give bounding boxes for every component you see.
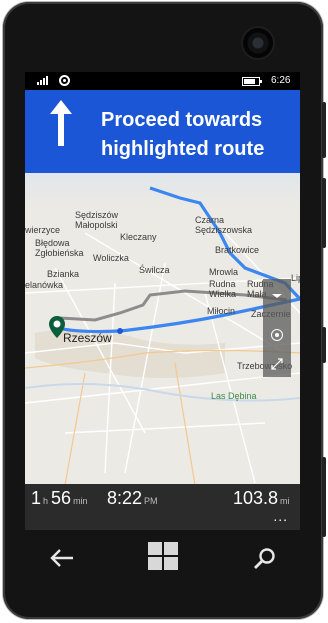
center-location-button[interactable] (271, 329, 283, 341)
compass-button[interactable] (263, 279, 291, 311)
more-options-button[interactable]: ... (273, 508, 288, 524)
map-canvas (25, 173, 300, 485)
map-view[interactable]: Sędziszów Małopolski Czarna Sędziszowska w… (25, 173, 300, 485)
camera-button (322, 457, 326, 537)
app-bar: ... (25, 508, 300, 530)
back-arrow-icon[interactable] (49, 547, 75, 569)
trip-duration: 1 h 56 min (31, 488, 88, 508)
place-label: Mrowla (209, 267, 239, 277)
straight-arrow-icon (50, 100, 72, 146)
direction-banner[interactable]: Proceed towards highlighted route (25, 90, 300, 173)
map-controls (263, 279, 291, 377)
trip-summary-bar[interactable]: 1 h 56 min 8:22 PM 103.8 mi (25, 484, 300, 511)
status-time: 6:26 (271, 75, 291, 86)
place-label: Czarna Sędziszowska (195, 215, 253, 235)
compass-icon (272, 290, 282, 298)
fullscreen-icon[interactable] (270, 357, 284, 371)
city-label: Rzeszów (63, 331, 112, 345)
search-icon[interactable] (253, 547, 277, 571)
place-label: Lip (291, 273, 300, 283)
windows-start-icon[interactable] (148, 542, 180, 572)
power-button (322, 327, 326, 363)
place-label: Rudna Wielka (209, 279, 237, 299)
front-camera (243, 28, 273, 58)
instruction-text: Proceed towards highlighted route (101, 109, 265, 160)
route-start-dot (117, 328, 123, 334)
phone-screen: 6:26 Proceed towards highlighted route 0… (25, 72, 300, 530)
trip-distance: 103.8 mi (233, 488, 290, 508)
place-label: Woliczka (93, 253, 129, 263)
place-label: Miłocin (207, 306, 236, 316)
place-label: Świlcza (139, 265, 170, 275)
volume-button-lower (322, 178, 326, 248)
status-bar: 6:26 (25, 72, 300, 90)
location-icon (59, 75, 70, 86)
place-label: Sędziszów Małopolski (75, 210, 119, 230)
volume-button (322, 102, 326, 158)
place-label: Bzianka (47, 269, 80, 279)
park-label: Las Dębina (211, 391, 257, 401)
place-label: Kleczany (120, 232, 157, 242)
arrival-time: 8:22 PM (107, 488, 158, 508)
place-label: Bratkowice (215, 245, 260, 255)
place-label: Błędowa Zgłobieńska (35, 238, 84, 258)
location-pin-icon[interactable] (48, 315, 66, 339)
battery-icon (242, 77, 262, 86)
place-label: wierzyce (25, 225, 61, 235)
place-label: elanówka (25, 280, 64, 290)
